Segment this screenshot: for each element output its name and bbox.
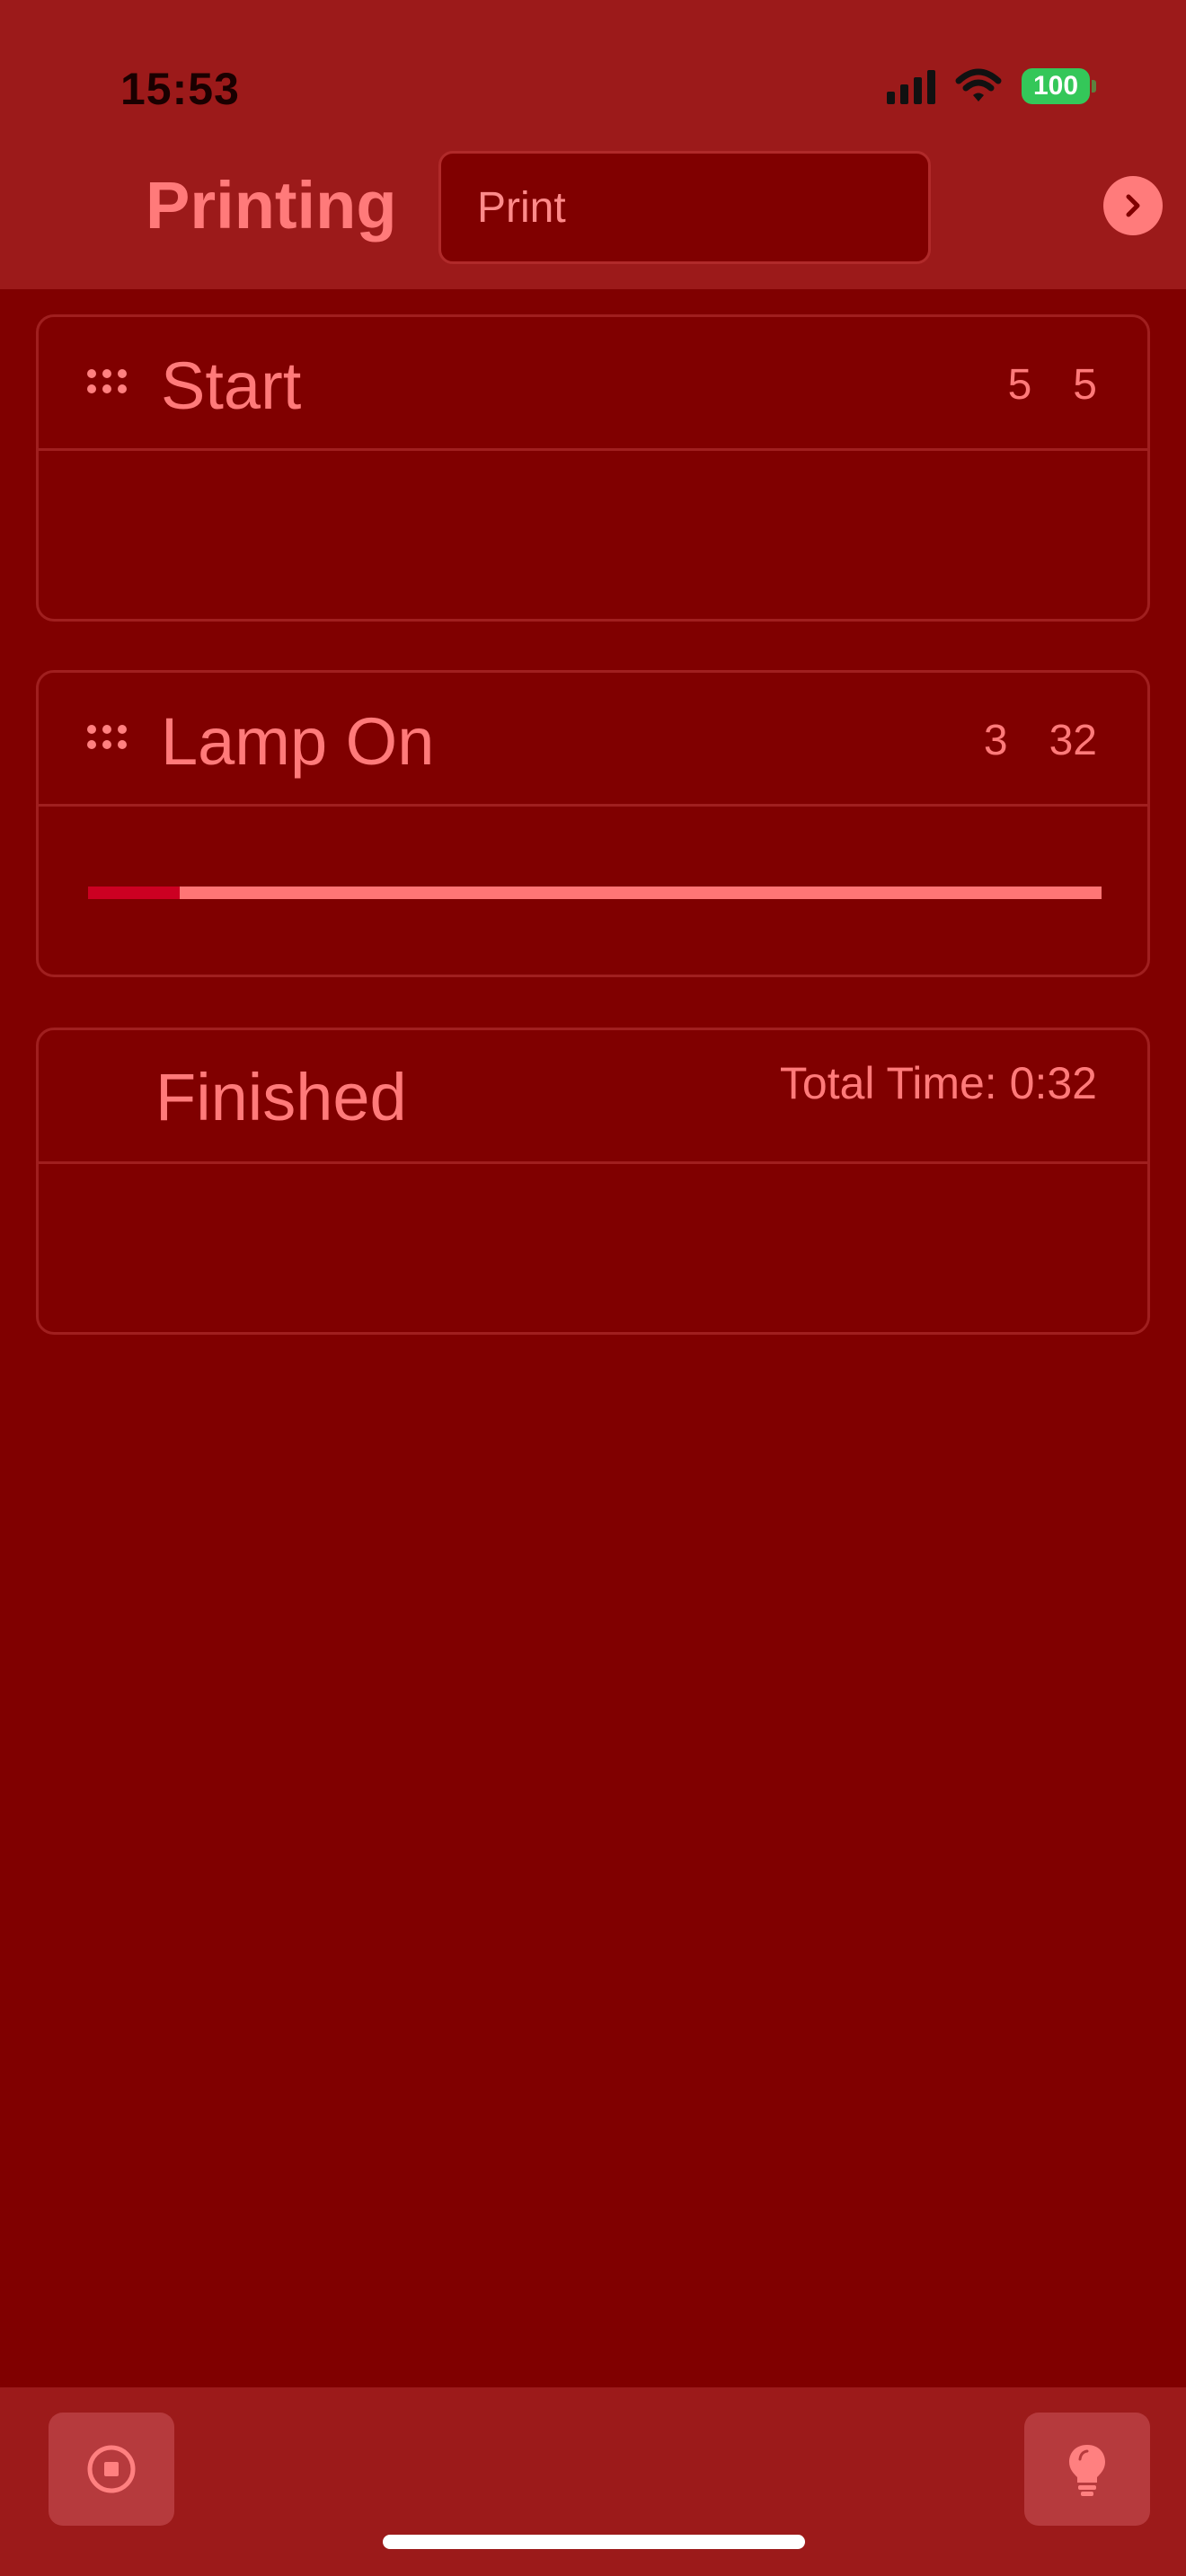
drag-handle-icon[interactable] [87,725,127,752]
app-header: 15:53 100 Printing [0,0,1186,289]
battery-level: 100 [1022,68,1090,104]
step-values: 5 5 [1008,360,1097,410]
home-indicator[interactable] [383,2535,805,2549]
status-time: 15:53 [120,64,240,114]
status-icons: 100 [887,68,1096,104]
step-value-b: 5 [1073,361,1097,409]
total-time-value: 0:32 [1009,1058,1097,1108]
stop-button[interactable] [49,2413,174,2526]
page-title: Printing [146,168,397,243]
next-button[interactable] [1103,176,1163,235]
step-card-header: Start 5 5 [39,317,1147,451]
total-time-label: Total Time: [779,1058,997,1108]
lamp-button[interactable] [1024,2413,1150,2526]
total-time: Total Time: 0:32 [780,1057,1097,1109]
step-value-a: 3 [983,717,1008,764]
step-card-header: Lamp On 3 32 [39,673,1147,807]
step-value-b: 32 [1049,717,1097,764]
step-title: Start [161,348,302,423]
step-progress-bar [88,887,1102,899]
step-values: 3 32 [984,716,1097,765]
print-name-input[interactable] [438,151,931,264]
chevron-right-icon [1126,194,1140,217]
battery-icon: 100 [1022,68,1096,104]
step-card-start: Start 5 5 [36,314,1150,622]
lightbulb-icon [1069,2445,1105,2496]
step-card-header: Finished Total Time: 0:32 [39,1030,1147,1164]
step-value-a: 5 [1007,361,1032,409]
drag-handle-icon[interactable] [87,369,127,396]
step-card-lamp-on: Lamp On 3 32 [36,670,1150,977]
finished-title: Finished [155,1060,407,1134]
stop-circle-icon [87,2445,136,2493]
cellular-signal-icon [887,68,935,104]
step-progress-fill [88,887,180,899]
step-title: Lamp On [161,704,435,779]
step-card-finished: Finished Total Time: 0:32 [36,1028,1150,1335]
wifi-icon [955,68,1002,101]
